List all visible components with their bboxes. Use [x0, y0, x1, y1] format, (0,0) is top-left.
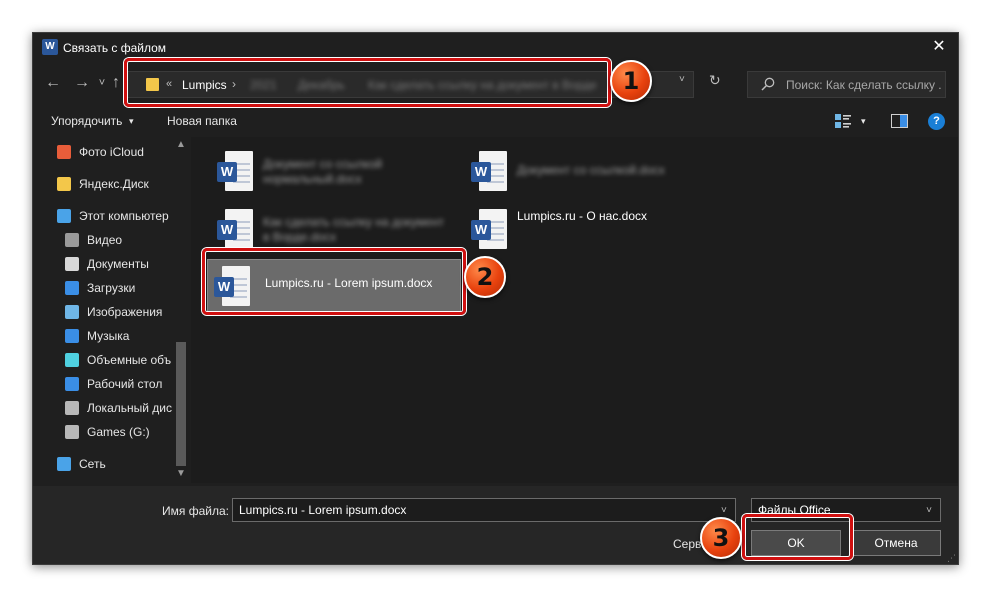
file-name: Lumpics.ru - О нас.docx [517, 209, 648, 223]
sidebar-item-label: Games (G:) [87, 425, 150, 439]
music-icon [65, 329, 79, 343]
sidebar-item[interactable]: Рабочий стол [33, 373, 173, 395]
step-marker-2: 2 [464, 256, 506, 298]
sidebar-item-label: Яндекс.Диск [79, 177, 149, 191]
sidebar-item-label: Рабочий стол [87, 377, 163, 391]
sidebar-item-label: Изображения [87, 305, 163, 319]
organize-caret-icon[interactable]: ▾ [129, 116, 134, 127]
sidebar-item[interactable]: Фото iCloud [33, 141, 173, 163]
back-arrow-icon[interactable]: ← [42, 74, 64, 92]
window-title: Связать с файлом [63, 41, 167, 55]
filename-dropdown-icon[interactable]: ˅ [721, 505, 727, 516]
view-mode-icon[interactable] [834, 113, 852, 129]
file-name: Документ со ссылкой.docx [517, 163, 665, 177]
sidebar-item-label: Этот компьютер [79, 209, 169, 223]
filename-input[interactable] [232, 498, 736, 522]
search-box[interactable]: Поиск: Как сделать ссылку ... [747, 71, 946, 98]
highlight-address-bar [124, 58, 611, 107]
sidebar-item-label: Объемные объ [87, 353, 172, 367]
3d-objects-icon [65, 353, 79, 367]
help-icon[interactable]: ? [928, 113, 945, 130]
sidebar-item[interactable]: Этот компьютер [33, 205, 173, 227]
search-placeholder: Поиск: Как сделать ссылку ... [786, 78, 942, 92]
word-document-icon: W [217, 151, 255, 191]
command-toolbar: Упорядочить ▾ Новая папка ▾ ? [33, 109, 958, 135]
file-name: Документ со ссылкой нормальный.docx [263, 157, 383, 186]
preview-pane-icon[interactable] [891, 114, 908, 128]
sidebar-item-label: Видео [87, 233, 123, 247]
local-disk-icon [65, 401, 79, 415]
sidebar-item[interactable]: Загрузки [33, 277, 173, 299]
highlight-ok-button [742, 514, 853, 560]
yandex-disk-icon [57, 177, 71, 191]
sidebar-item-label: Локальный дис [87, 401, 172, 415]
drive-icon [65, 425, 79, 439]
scroll-up-icon[interactable]: ▲ [174, 139, 188, 150]
sidebar-item[interactable]: Яндекс.Диск [33, 173, 173, 195]
forward-arrow-icon[interactable]: → [71, 74, 93, 92]
organize-button[interactable]: Упорядочить [51, 114, 122, 128]
address-dropdown-icon[interactable]: ˅ [679, 74, 685, 85]
filename-label: Имя файла: [162, 504, 229, 518]
word-app-icon: W [42, 39, 58, 55]
navigation-pane: Фото iCloud Яндекс.Диск Этот компьютер Виде… [33, 137, 190, 483]
documents-icon [65, 257, 79, 271]
file-item[interactable]: W Документ со ссылкой.docx [465, 145, 705, 197]
sidebar-item[interactable]: Сеть [33, 453, 173, 475]
search-icon [761, 77, 775, 91]
word-document-icon: W [217, 209, 255, 249]
new-folder-button[interactable]: Новая папка [167, 114, 237, 128]
view-mode-caret-icon[interactable]: ▾ [861, 116, 866, 127]
link-to-file-dialog: W Связать с файлом ✕ ← → ˅ ↑ « Lumpics ›… [32, 32, 959, 565]
scroll-thumb[interactable] [176, 342, 186, 466]
sidebar-item[interactable]: Объемные объ [33, 349, 173, 371]
scroll-down-icon[interactable]: ▼ [174, 468, 188, 479]
tools-button[interactable]: Сервис [673, 530, 703, 556]
step-marker-1: 1 [610, 60, 652, 102]
computer-icon [57, 209, 71, 223]
sidebar-item[interactable]: Games (G:) [33, 421, 173, 443]
sidebar-item[interactable]: Локальный дис [33, 397, 173, 419]
close-button[interactable]: ✕ [930, 38, 948, 56]
desktop-icon [65, 377, 79, 391]
refresh-icon[interactable]: ↻ [709, 72, 721, 89]
pictures-icon [65, 305, 79, 319]
file-item[interactable]: W Lumpics.ru - О нас.docx [465, 203, 705, 255]
sidebar-item-label: Фото iCloud [79, 145, 144, 159]
resize-grip-icon[interactable]: ⋰ [947, 553, 956, 564]
downloads-icon [65, 281, 79, 295]
sidebar-item[interactable]: Изображения [33, 301, 173, 323]
word-document-icon: W [471, 209, 509, 249]
step-marker-3: 3 [700, 517, 742, 559]
sidebar-item-label: Сеть [79, 457, 106, 471]
sidebar-item[interactable]: Музыка [33, 325, 173, 347]
sidebar-item-label: Музыка [87, 329, 130, 343]
network-icon [57, 457, 71, 471]
icloud-photos-icon [57, 145, 71, 159]
file-item[interactable]: W Документ со ссылкой нормальный.docx [211, 145, 451, 197]
highlight-selected-file [202, 248, 466, 315]
sidebar-item[interactable]: Документы [33, 253, 173, 275]
video-icon [65, 233, 79, 247]
navigation-scrollbar[interactable]: ▲ ▼ [174, 137, 188, 483]
file-name: Как сделать ссылку на документ в Ворде.d… [263, 215, 444, 244]
cancel-button[interactable]: Отмена [851, 530, 941, 556]
word-document-icon: W [471, 151, 509, 191]
sidebar-item-label: Документы [87, 257, 149, 271]
sidebar-item[interactable]: Видео [33, 229, 173, 251]
sidebar-item-label: Загрузки [87, 281, 136, 295]
chevron-down-icon: ˅ [926, 505, 932, 516]
